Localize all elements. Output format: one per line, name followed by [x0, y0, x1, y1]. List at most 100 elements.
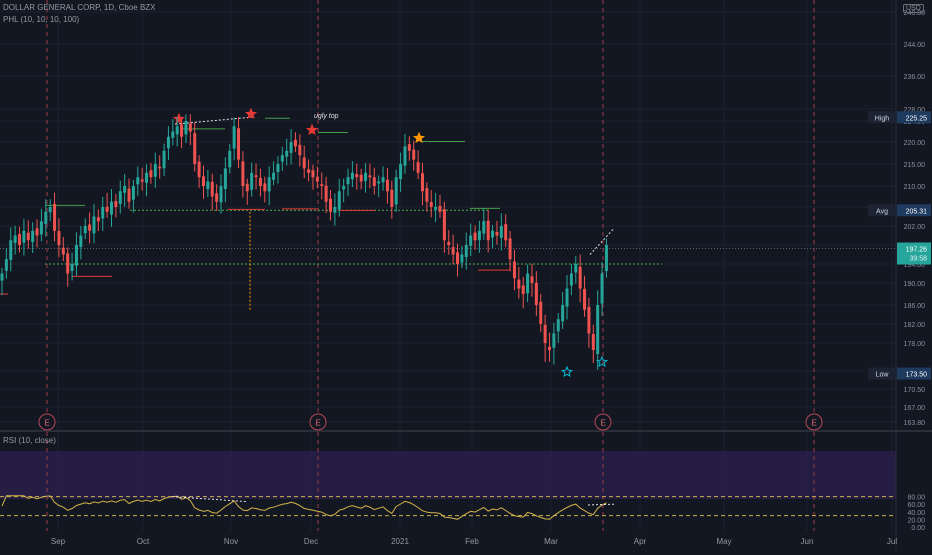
price-chart-svg[interactable]: EEEEugly top 163.80167.00170.50174.00178… — [0, 0, 932, 550]
candle-body — [184, 121, 188, 135]
candle-body — [587, 306, 591, 334]
price-tick-label: 182.00 — [904, 322, 926, 329]
candle-body — [53, 203, 57, 231]
price-tick-label: 220.00 — [904, 140, 926, 147]
price-tick-label: 210.00 — [904, 184, 926, 191]
candle-body — [442, 209, 446, 241]
candle-body — [123, 186, 127, 193]
candle-body — [276, 164, 280, 173]
candle-body — [74, 245, 78, 266]
low-badge-value-text: 173.50 — [906, 372, 928, 379]
chart-area[interactable]: EEEEugly top 163.80167.00170.50174.00178… — [0, 0, 932, 550]
candle-body — [539, 301, 543, 324]
price-tick-label: 244.00 — [904, 42, 926, 49]
candle-body — [394, 177, 398, 205]
candle-body — [258, 177, 262, 186]
candle-body — [552, 333, 556, 348]
candle-body — [105, 206, 109, 212]
candle-body — [420, 173, 424, 192]
candle-body — [482, 221, 486, 234]
candle-body — [346, 177, 350, 185]
time-tick-label: Dec — [304, 537, 318, 546]
candle-body — [0, 273, 4, 281]
candle-body — [110, 201, 113, 215]
candle-body — [101, 207, 105, 219]
candle-body — [451, 247, 455, 255]
candle-body — [534, 282, 538, 305]
candle-body — [526, 273, 530, 294]
candle-body — [228, 150, 232, 168]
time-tick-label: Oct — [137, 537, 150, 546]
candle-body — [600, 273, 604, 304]
candle-body — [464, 245, 468, 258]
candle-body — [83, 226, 87, 234]
currency-badge[interactable]: USD — [903, 4, 924, 13]
time-tick-label: Apr — [634, 537, 647, 546]
candle-body — [517, 279, 521, 289]
candle-body — [31, 230, 35, 243]
candle-body — [44, 211, 48, 224]
candle-body — [237, 128, 241, 160]
candle-body — [315, 176, 319, 182]
candle-body — [92, 216, 96, 234]
candle-body — [9, 240, 13, 260]
candle-body — [530, 276, 534, 283]
price-tick-label: 170.50 — [904, 387, 926, 394]
low-badge-tag-text: Low — [876, 372, 890, 379]
price-tick-label: 236.00 — [904, 74, 926, 81]
price-tick-label: 202.00 — [904, 224, 926, 231]
candle-body — [18, 234, 22, 245]
time-tick-label: 2021 — [391, 537, 409, 546]
candle-body — [456, 252, 460, 264]
candle-body — [429, 202, 433, 207]
candle-body — [70, 264, 74, 271]
candle-body — [61, 247, 65, 255]
candle-body — [416, 162, 420, 173]
candle-body — [4, 259, 8, 271]
candle-body — [206, 181, 210, 190]
rsi-tick-label: 40.00 — [907, 510, 925, 517]
candle-body — [118, 191, 122, 205]
candle-body — [302, 157, 306, 169]
candle-body — [311, 170, 315, 178]
candle-body — [140, 179, 144, 182]
candle-body — [26, 232, 30, 241]
high-badge-tag-text: High — [875, 115, 890, 122]
candle-body — [280, 155, 284, 162]
candle-body — [565, 288, 569, 307]
candle-body — [145, 172, 149, 183]
candle-body — [215, 193, 219, 202]
candle-body — [364, 172, 368, 181]
candle-body — [96, 217, 100, 222]
candle-body — [447, 241, 451, 245]
price-tick-label: 186.00 — [904, 303, 926, 310]
high-badge-value-text: 225.25 — [906, 115, 928, 122]
candle-body — [368, 175, 372, 178]
candle-body — [13, 235, 17, 243]
candle-body — [171, 131, 175, 138]
candle-body — [250, 172, 254, 190]
time-tick-label: May — [716, 537, 731, 546]
candle-body — [188, 123, 192, 132]
last-price-value: 197.26 — [906, 247, 928, 254]
price-tick-label: 215.00 — [904, 162, 926, 169]
candle-body — [512, 261, 516, 279]
candle-body — [88, 224, 92, 231]
candle-body — [307, 169, 311, 173]
symbol-header: DOLLAR GENERAL CORP, 1D, Cboe BZX — [3, 3, 156, 12]
candle-body — [486, 220, 490, 241]
candle-body — [499, 226, 503, 238]
avg-badge-value-text: 205.31 — [906, 208, 928, 215]
rsi-tick-label: 20.00 — [907, 517, 925, 524]
candle-body — [267, 177, 271, 192]
candle-body — [574, 264, 578, 273]
price-tick-label: 178.00 — [904, 341, 926, 348]
candle-body — [425, 188, 429, 202]
candle-body — [127, 188, 131, 202]
earnings-marker-label: E — [600, 419, 605, 428]
time-tick-label: Sep — [51, 537, 66, 546]
earnings-marker-label: E — [315, 419, 320, 428]
candle-body — [193, 133, 197, 164]
candle-body — [460, 254, 464, 263]
candle-body — [79, 235, 83, 248]
